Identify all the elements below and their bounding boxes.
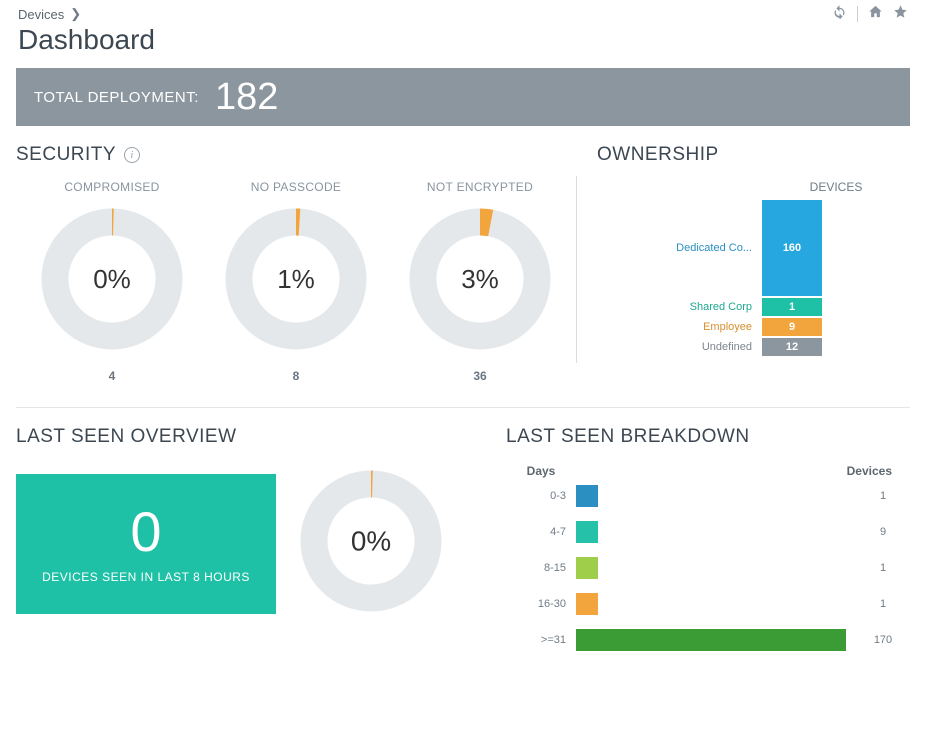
breakdown-row-range: 16-30 <box>506 598 576 610</box>
security-donut[interactable]: 0% <box>20 204 204 359</box>
breakdown-row-range: 8-15 <box>506 562 576 574</box>
breakdown-row-value: 9 <box>856 526 910 538</box>
breakdown-row[interactable]: >=31 170 <box>506 622 910 658</box>
ownership-row[interactable]: Undefined 12 <box>597 338 910 356</box>
security-donut-count: 8 <box>204 359 388 383</box>
svg-text:0%: 0% <box>93 264 131 294</box>
home-icon[interactable] <box>868 4 883 24</box>
breakdown-row-value: 170 <box>856 634 910 646</box>
info-icon[interactable]: i <box>124 147 140 163</box>
breakdown-row-bar <box>576 593 598 615</box>
ownership-row-label: Employee <box>597 321 762 333</box>
deployment-value: 182 <box>215 78 278 116</box>
svg-text:1%: 1% <box>277 264 315 294</box>
ownership-row-label: Shared Corp <box>597 301 762 313</box>
last-seen-tile-value: 0 <box>130 504 161 560</box>
deployment-banner: TOTAL DEPLOYMENT: 182 <box>16 68 910 126</box>
ownership-row-bar: 12 <box>762 338 822 356</box>
breakdown-row-value: 1 <box>856 490 910 502</box>
security-title: SECURITY <box>16 144 116 166</box>
ownership-row-bar: 1 <box>762 298 822 316</box>
security-donut[interactable]: 3% <box>388 204 572 359</box>
ownership-row-bar: 160 <box>762 200 822 296</box>
breakdown-row[interactable]: 0-3 1 <box>506 478 910 514</box>
last-seen-breakdown-title: LAST SEEN BREAKDOWN <box>506 426 750 448</box>
breakdown-row[interactable]: 8-15 1 <box>506 550 910 586</box>
breadcrumb: Devices ❯ <box>18 6 81 22</box>
deployment-label: TOTAL DEPLOYMENT: <box>34 89 199 106</box>
last-seen-tile-text: DEVICES SEEN IN LAST 8 HOURS <box>42 560 250 584</box>
breadcrumb-root[interactable]: Devices <box>18 7 64 22</box>
ownership-row-label: Undefined <box>597 341 762 353</box>
breakdown-row-value: 1 <box>856 562 910 574</box>
last-seen-tile[interactable]: 0 DEVICES SEEN IN LAST 8 HOURS <box>16 474 276 614</box>
security-donut-count: 4 <box>20 359 204 383</box>
ownership-row[interactable]: Employee 9 <box>597 318 910 336</box>
security-donut-label: NOT ENCRYPTED <box>388 174 572 204</box>
last-seen-overview-title: LAST SEEN OVERVIEW <box>16 426 237 448</box>
ownership-row[interactable]: Shared Corp 1 <box>597 298 910 316</box>
ownership-row[interactable]: Dedicated Co... 160 <box>597 200 910 296</box>
security-donut-label: NO PASSCODE <box>204 174 388 204</box>
breakdown-row-bar <box>576 521 598 543</box>
ownership-row-label: Dedicated Co... <box>597 242 762 254</box>
ownership-column-header: DEVICES <box>597 174 910 200</box>
breakdown-row-range: 0-3 <box>506 490 576 502</box>
breakdown-row-range: 4-7 <box>506 526 576 538</box>
breakdown-col-devices: Devices <box>576 464 910 478</box>
security-donut-count: 36 <box>388 359 572 383</box>
breakdown-row-bar <box>576 485 598 507</box>
svg-text:3%: 3% <box>461 264 499 294</box>
breakdown-row[interactable]: 16-30 1 <box>506 586 910 622</box>
breakdown-row-bar <box>576 557 598 579</box>
security-donut-label: COMPROMISED <box>20 174 204 204</box>
security-donut[interactable]: 1% <box>204 204 388 359</box>
breakdown-col-days: Days <box>506 464 576 478</box>
breakdown-row[interactable]: 4-7 9 <box>506 514 910 550</box>
last-seen-donut[interactable]: 0% <box>296 466 446 621</box>
svg-text:0%: 0% <box>351 526 391 557</box>
breakdown-row-range: >=31 <box>506 634 576 646</box>
ownership-title: OWNERSHIP <box>597 144 719 166</box>
breakdown-row-bar <box>576 629 846 651</box>
chevron-right-icon: ❯ <box>70 6 81 22</box>
star-icon[interactable] <box>893 4 908 24</box>
page-title: Dashboard <box>10 24 916 68</box>
refresh-icon[interactable] <box>832 4 847 24</box>
ownership-row-bar: 9 <box>762 318 822 336</box>
breakdown-row-value: 1 <box>856 598 910 610</box>
divider <box>857 6 858 22</box>
